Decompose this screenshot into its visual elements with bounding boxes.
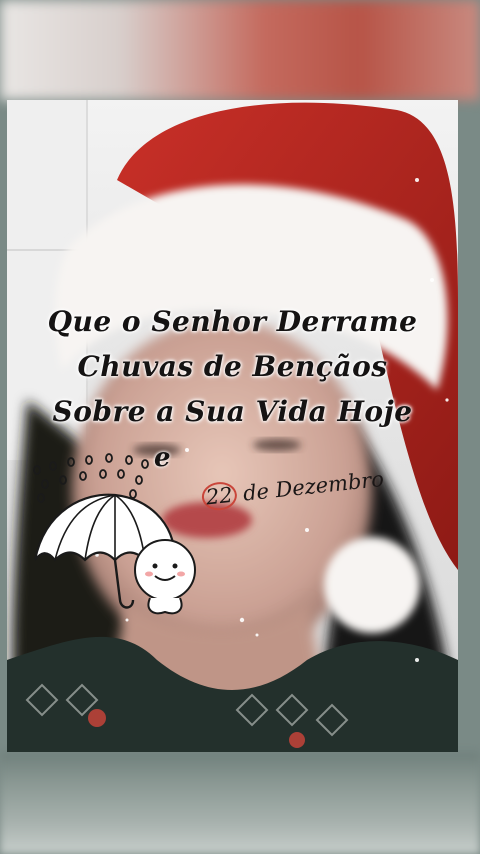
smiley-face-icon xyxy=(134,539,196,601)
rain-drops-icon xyxy=(33,453,149,503)
photo: Que o Senhor Derrame Chuvas de Bençãos S… xyxy=(7,100,458,752)
caption-line-1: Que o Senhor Derrame xyxy=(47,305,418,338)
blurred-top-background xyxy=(0,0,480,100)
date-number: 22 xyxy=(200,480,239,512)
caption-line-2: Chuvas de Bençãos xyxy=(77,350,388,383)
caption-line-3: Sobre a Sua Vida Hoje xyxy=(52,395,413,428)
umbrella-rain-smiley-icon xyxy=(33,453,196,615)
blurred-bottom-background xyxy=(0,752,480,854)
story-frame: Que o Senhor Derrame Chuvas de Bençãos S… xyxy=(0,0,480,854)
santa-hat-pompom xyxy=(324,537,420,633)
